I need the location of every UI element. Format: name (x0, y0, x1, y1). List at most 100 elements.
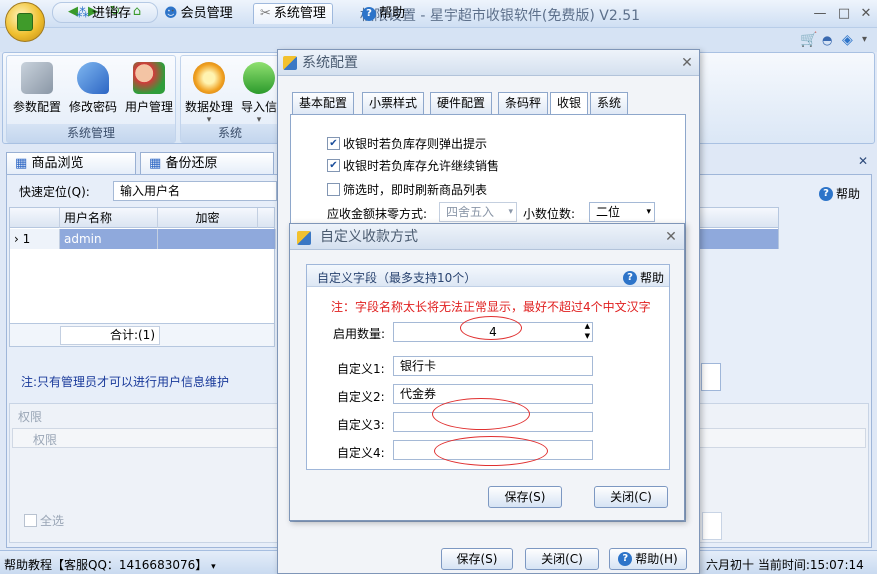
neg-stock-allow-checkbox[interactable]: ✔ 收银时若负库存允许继续销售 (327, 157, 499, 174)
checkbox-icon (24, 514, 37, 527)
minimize-icon[interactable]: — (810, 6, 830, 22)
neg-stock-prompt-checkbox[interactable]: ✔ 收银时若负库存则弹出提示 (327, 135, 487, 152)
users-icon (133, 62, 165, 94)
chevron-down-icon: ▾ (508, 207, 513, 217)
tab-inventory[interactable]: ⁂ 进销存 (70, 3, 137, 24)
chevron-down-icon: ▾ (646, 207, 651, 217)
select-all-checkbox[interactable]: 全选 (24, 512, 64, 529)
rounding-select[interactable]: 四舍五入 ▾ (439, 202, 517, 222)
tab-receipt-style[interactable]: 小票样式 (362, 92, 425, 114)
tools-icon (21, 62, 53, 94)
close-icon[interactable]: ✕ (662, 228, 680, 246)
grid-total: 合计:(1) (60, 326, 160, 345)
group-title: 自定义字段（最多支持10个） (317, 271, 477, 285)
help-icon: ? (819, 186, 833, 201)
tab-cashier[interactable]: 收银 (550, 92, 589, 115)
change-password-button[interactable]: 修改密码 (65, 60, 121, 122)
tools-icon: ✂ (260, 6, 271, 21)
document-tabs: ▦ 商品浏览 ▦ 备份还原 (6, 152, 274, 174)
ribbon-group-system: 数据处理 ▾ 导入信 ▾ 系统 (180, 55, 280, 143)
save-button[interactable]: 保存(S) (441, 548, 513, 570)
field1-label: 自定义1: (337, 362, 385, 376)
import-arrow-icon (243, 62, 275, 94)
save-button[interactable]: 保存(S) (488, 486, 562, 508)
dialog-app-icon (283, 56, 297, 70)
app-logo-icon (17, 13, 33, 31)
help-icon: ? (618, 552, 633, 566)
tab-system[interactable]: 系统 (590, 92, 629, 114)
app-menu-orb[interactable] (5, 2, 45, 42)
maximize-icon[interactable]: □ (834, 6, 854, 22)
quick-locate-input[interactable]: 输入用户名 (113, 181, 277, 201)
param-config-button[interactable]: 参数配置 (9, 60, 65, 122)
checkmark-icon: ✔ (327, 159, 340, 172)
grid-icon: ▦ (149, 156, 162, 171)
close-button[interactable]: 关闭(C) (525, 548, 599, 570)
annotation-oval (432, 398, 530, 430)
help-button[interactable]: ? 帮助(H) (609, 548, 687, 570)
chevron-down-icon: ▾ (211, 562, 216, 572)
hat-icon[interactable]: ◓ (822, 33, 832, 47)
panel-help-button[interactable]: ? 帮助 (819, 185, 860, 202)
member-icon: ☻ (164, 5, 178, 21)
row-pointer-icon: › (14, 232, 19, 246)
doc-tab-backup-restore[interactable]: ▦ 备份还原 (140, 152, 274, 174)
decimal-label: 小数位数: (523, 207, 576, 221)
data-processing-button[interactable]: 数据处理 ▾ (181, 60, 237, 125)
status-time: 六月初十 当前时间:15:07:14 (706, 558, 864, 572)
ribbon-group-label: 系统 (181, 124, 279, 142)
tab-members[interactable]: ☻ 会员管理 (158, 3, 239, 24)
permission-column: 权限 (33, 433, 58, 447)
tab-help[interactable]: ? 帮助 (356, 3, 411, 24)
permission-section-title: 权限 (18, 410, 43, 424)
ribbon-group-label: 系统管理 (7, 124, 175, 142)
tab-hardware-config[interactable]: 硬件配置 (430, 92, 493, 114)
close-icon[interactable]: ✕ (678, 54, 696, 72)
tab-basic-config[interactable]: 基本配置 (292, 92, 355, 114)
dialog-title-bar: 系统配置 (278, 50, 699, 76)
admin-note: 注:只有管理员才可以进行用户信息维护 (21, 375, 230, 389)
instant-refresh-checkbox[interactable]: 筛选时，即时刷新商品列表 (327, 181, 487, 198)
count-label: 启用数量: (333, 327, 386, 341)
settings-tabs: 基本配置 小票样式 硬件配置 条码秤 收银 系统 (292, 92, 692, 116)
field1-input[interactable]: 银行卡 (393, 356, 593, 376)
cart-icon[interactable]: 🛒 (800, 32, 817, 48)
tab-system-management[interactable]: ✂ 系统管理 (253, 3, 333, 24)
grid-icon: ▦ (15, 156, 28, 171)
key-icon (77, 62, 109, 94)
doc-tab-product-browse[interactable]: ▦ 商品浏览 (6, 152, 136, 174)
grid-header: 用户名称 加密 (10, 208, 274, 228)
custom-payment-dialog: 自定义收款方式 ✕ 自定义字段（最多支持10个） ? 帮助 注：字段名称太长将无法… (289, 223, 685, 521)
spinner-arrows-icon[interactable]: ▲ ▼ (585, 321, 590, 341)
help-icon: ? (623, 270, 637, 285)
close-doc-icon[interactable]: ✕ (858, 154, 868, 168)
annotation-oval (460, 316, 522, 340)
chevron-down-icon: ▾ (256, 115, 262, 122)
dots-icon: ⁂ (76, 5, 89, 21)
field4-label: 自定义4: (337, 446, 385, 460)
help-tutorial-link[interactable]: 帮助教程【客服QQ：1416683076】 ▾ (4, 556, 216, 573)
quick-locate-label: 快速定位(Q): (19, 185, 90, 199)
checkmark-icon: ✔ (327, 137, 340, 150)
close-window-icon[interactable]: ✕ (856, 6, 876, 22)
rounding-label: 应收金额抹零方式: (327, 207, 428, 221)
help-icon: ? (362, 6, 376, 21)
checkbox-icon (327, 183, 340, 196)
style-icon[interactable]: ◈ (842, 32, 853, 48)
table-row[interactable]: › 1 admin (10, 229, 276, 249)
import-button[interactable]: 导入信 ▾ (237, 60, 281, 122)
grid-footer: 合计:(1) (9, 323, 275, 347)
tab-barcode-scale[interactable]: 条码秤 (498, 92, 549, 114)
field2-label: 自定义2: (337, 390, 385, 404)
row-user-name: admin (60, 229, 158, 249)
decimal-select[interactable]: 二位 ▾ (589, 202, 655, 222)
field3-label: 自定义3: (337, 418, 385, 432)
annotation-oval (434, 436, 548, 466)
dialog-title-bar: 自定义收款方式 (290, 224, 684, 250)
user-management-button[interactable]: 用户管理 (121, 60, 177, 122)
gear-icon (193, 62, 225, 94)
close-button[interactable]: 关闭(C) (594, 486, 668, 508)
group-help-button[interactable]: ? 帮助 (623, 269, 664, 286)
col-user-name: 用户名称 (60, 208, 158, 228)
style-dropdown-icon[interactable]: ▾ (862, 34, 867, 45)
